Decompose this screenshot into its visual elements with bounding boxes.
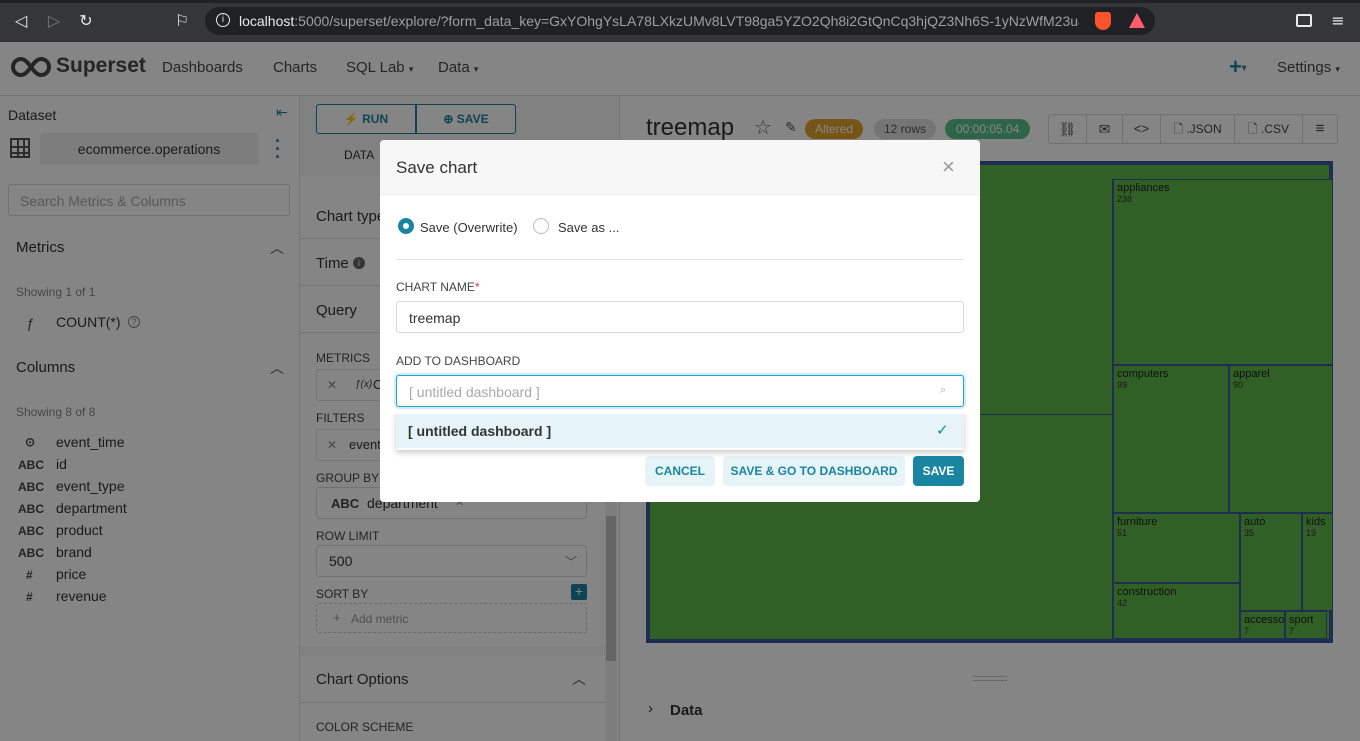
bookmark-icon[interactable]: ⚐ [171, 10, 193, 32]
radio-save-as[interactable] [533, 218, 549, 234]
search-icon: ⌕ [940, 384, 947, 396]
menu-icon[interactable]: ≡ [1327, 10, 1349, 32]
chart-name-input[interactable]: treemap [396, 301, 964, 333]
dashboard-select[interactable]: [ untitled dashboard ] ⌕ [396, 375, 964, 407]
info-icon[interactable]: i [216, 13, 230, 27]
url-text: localhost:5000/superset/explore/?form_da… [239, 13, 1079, 29]
dropdown-option[interactable]: [ untitled dashboard ] ✓ [396, 414, 964, 448]
dashboard-dropdown: [ untitled dashboard ] ✓ [396, 410, 964, 450]
close-icon[interactable]: × [942, 154, 955, 180]
brave-shield-icon[interactable] [1095, 12, 1111, 30]
brave-rewards-icon[interactable] [1129, 13, 1145, 28]
browser-toolbar: ◁ ▷ ↻ ⚐ i localhost:5000/superset/explor… [0, 0, 1360, 42]
dashboard-label: ADD TO DASHBOARD [396, 354, 521, 368]
modal-title: Save chart [396, 158, 478, 177]
radio-overwrite-label[interactable]: Save (Overwrite) [420, 220, 518, 235]
address-bar[interactable]: i localhost:5000/superset/explore/?form_… [205, 7, 1155, 35]
back-icon[interactable]: ◁ [10, 10, 32, 32]
tab-strip [0, 0, 1360, 3]
forward-icon[interactable]: ▷ [43, 10, 65, 32]
check-icon: ✓ [936, 422, 949, 439]
save-confirm-button[interactable]: SAVE [913, 456, 964, 486]
save-go-dashboard-button[interactable]: SAVE & GO TO DASHBOARD [723, 456, 905, 486]
chart-name-label: CHART NAME* [396, 280, 480, 294]
wallet-icon[interactable] [1296, 14, 1312, 27]
cancel-button[interactable]: CANCEL [645, 456, 715, 486]
radio-overwrite[interactable] [398, 218, 414, 234]
divider [396, 259, 964, 260]
radio-save-as-label[interactable]: Save as ... [558, 220, 619, 235]
reload-icon[interactable]: ↻ [75, 10, 97, 32]
save-chart-modal: Save chart × Save (Overwrite) Save as ..… [380, 140, 980, 502]
modal-header: Save chart × [380, 140, 980, 195]
